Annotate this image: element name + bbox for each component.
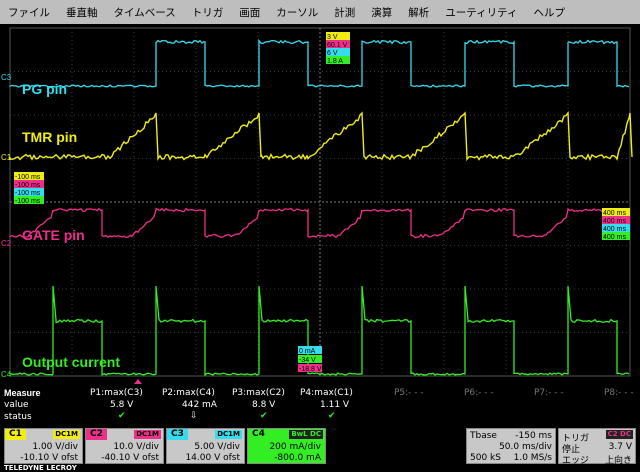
menu-item-3[interactable]: トリガ — [184, 5, 232, 20]
channel-vdiv: 5.00 V/div — [194, 442, 240, 452]
measure-param-2[interactable]: P2:max(C4) — [162, 388, 215, 398]
readout-top-2: 6 V — [327, 50, 338, 57]
measure-value-2: 442 mA — [182, 400, 217, 410]
channel-tag: C1 — [5, 429, 26, 440]
timebase-field-1: -150 ms — [515, 431, 552, 441]
timebase-field-3: 500 kS — [470, 453, 501, 463]
readout-bottom-1: -34 V — [299, 357, 316, 364]
measure-status-row-label: status — [4, 412, 32, 422]
measure-param-5[interactable]: P5:- - - — [394, 388, 424, 398]
channel-tag: C3 — [167, 429, 188, 440]
channel-tag: C4 — [248, 429, 269, 440]
measure-param-7[interactable]: P7:- - - — [534, 388, 564, 398]
marker-c1: C1 — [1, 153, 12, 162]
channel-bar: C1 DC1M 1.00 V/div -10.10 V ofst C2 DC1M 10.0 … — [0, 426, 640, 468]
readout-bottom-0: 0 mA — [299, 348, 316, 355]
label-pg-pin: PG pin — [22, 81, 67, 97]
brand-logo: TELEDYNE LECROY — [4, 464, 77, 472]
channel-coupling: BwL DC — [289, 430, 323, 439]
measure-param-8[interactable]: P8:- - - — [604, 388, 634, 398]
channel-offset: -10.10 V ofst — [20, 453, 78, 463]
channel-offset: -800.0 mA — [274, 453, 321, 463]
channel-box-c1[interactable]: C1 DC1M 1.00 V/div -10.10 V ofst — [4, 428, 83, 464]
measure-value-4: 1.11 V — [320, 400, 349, 410]
scope-display: PG pin TMR pin GATE pin Output current C3 C1 C… — [0, 24, 640, 384]
menu-item-4[interactable]: 画面 — [231, 5, 268, 20]
trigger-field-2: 3.7 V — [609, 442, 632, 452]
readout-right-3: 400 ms — [603, 234, 626, 241]
label-gate-pin: GATE pin — [22, 227, 85, 243]
readout-top-1: 60.1 V — [327, 42, 348, 49]
timebase-field-2: 50.0 ms/div — [499, 442, 552, 452]
measure-panel[interactable]: Measure value status P1:max(C3) 5.8 V ✔ P2:… — [0, 384, 640, 426]
menu-item-7[interactable]: 演算 — [363, 5, 400, 20]
marker-c3: C3 — [1, 73, 12, 82]
trigger-box[interactable]: トリガ 停止 3.7 V エッジ 上向き C2 DC — [558, 428, 636, 464]
readout-right-2: 400 ms — [603, 226, 626, 233]
channel-tag: C2 — [86, 429, 107, 440]
timebase-field-0: Tbase — [470, 431, 497, 441]
measure-value-3: 8.8 V — [252, 400, 275, 410]
channel-offset: -40.10 V ofst — [101, 453, 159, 463]
menu-item-5[interactable]: カーソル — [268, 5, 326, 20]
status-check-icon: ✔ — [328, 411, 336, 421]
readout-top-3: 1.8 A — [327, 58, 343, 65]
status-check-icon: ✔ — [118, 411, 126, 421]
menu-item-9[interactable]: ユーティリティ — [437, 5, 525, 20]
channel-coupling: DC1M — [134, 430, 161, 439]
measure-value-1: 5.8 V — [110, 400, 133, 410]
status-check-icon: ✔ — [260, 411, 268, 421]
measure-value-row-label: value — [4, 400, 29, 410]
measure-param-3[interactable]: P3:max(C2) — [232, 388, 285, 398]
menu-bar: ファイル 垂直軸 タイムベース トリガ 画面 カーソル 計測 演算 解析 ユーティリティ ヘルプ — [0, 0, 640, 25]
menu-item-2[interactable]: タイムベース — [106, 5, 184, 20]
menu-item-8[interactable]: 解析 — [400, 5, 437, 20]
measure-param-6[interactable]: P6:- - - — [464, 388, 494, 398]
label-output-current: Output current — [22, 354, 120, 370]
readout-left-3: -100 ms — [15, 198, 41, 205]
channel-offset: 14.00 V ofst — [185, 453, 240, 463]
menu-item-1[interactable]: 垂直軸 — [58, 5, 106, 20]
measure-title: Measure — [4, 388, 41, 398]
timebase-box[interactable]: Tbase -150 ms 50.0 ms/div 500 kS 1.0 MS/s — [466, 428, 556, 464]
readout-top-0: 3 V — [327, 34, 338, 41]
marker-c2: C2 — [1, 239, 12, 248]
trigger-field-3: エッジ — [562, 453, 589, 466]
readout-right-0: 400 ms — [603, 210, 626, 217]
channel-box-c4[interactable]: C4 BwL DC 200 mA/div -800.0 mA — [247, 428, 326, 464]
readout-left-1: -100 ms — [15, 182, 41, 189]
channel-coupling: DC1M — [53, 430, 80, 439]
channel-vdiv: 10.0 V/div — [113, 442, 159, 452]
label-tmr-pin: TMR pin — [22, 129, 77, 145]
menu-item-0[interactable]: ファイル — [0, 5, 58, 20]
readout-bottom-2: -18.8 V — [299, 366, 322, 373]
channel-coupling: DC1M — [215, 430, 242, 439]
trigger-source: C2 DC — [606, 430, 633, 439]
measure-param-1[interactable]: P1:max(C3) — [90, 388, 143, 398]
menu-item-10[interactable]: ヘルプ — [526, 5, 574, 20]
readout-left-0: -100 ms — [15, 174, 41, 181]
marker-c4: C4 — [1, 370, 12, 379]
readout-left-2: -100 ms — [15, 190, 41, 197]
status-arrow-icon: ⇩ — [190, 411, 198, 421]
menu-item-6[interactable]: 計測 — [326, 5, 363, 20]
timebase-field-4: 1.0 MS/s — [514, 453, 552, 463]
channel-box-c3[interactable]: C3 DC1M 5.00 V/div 14.00 V ofst — [166, 428, 245, 464]
channel-box-c2[interactable]: C2 DC1M 10.0 V/div -40.10 V ofst — [85, 428, 164, 464]
channel-vdiv: 200 mA/div — [269, 442, 321, 452]
measure-param-4[interactable]: P4:max(C1) — [300, 388, 353, 398]
readout-right-1: 400 ms — [603, 218, 626, 225]
channel-vdiv: 1.00 V/div — [32, 442, 78, 452]
trigger-field-4: 上向き — [605, 453, 632, 466]
